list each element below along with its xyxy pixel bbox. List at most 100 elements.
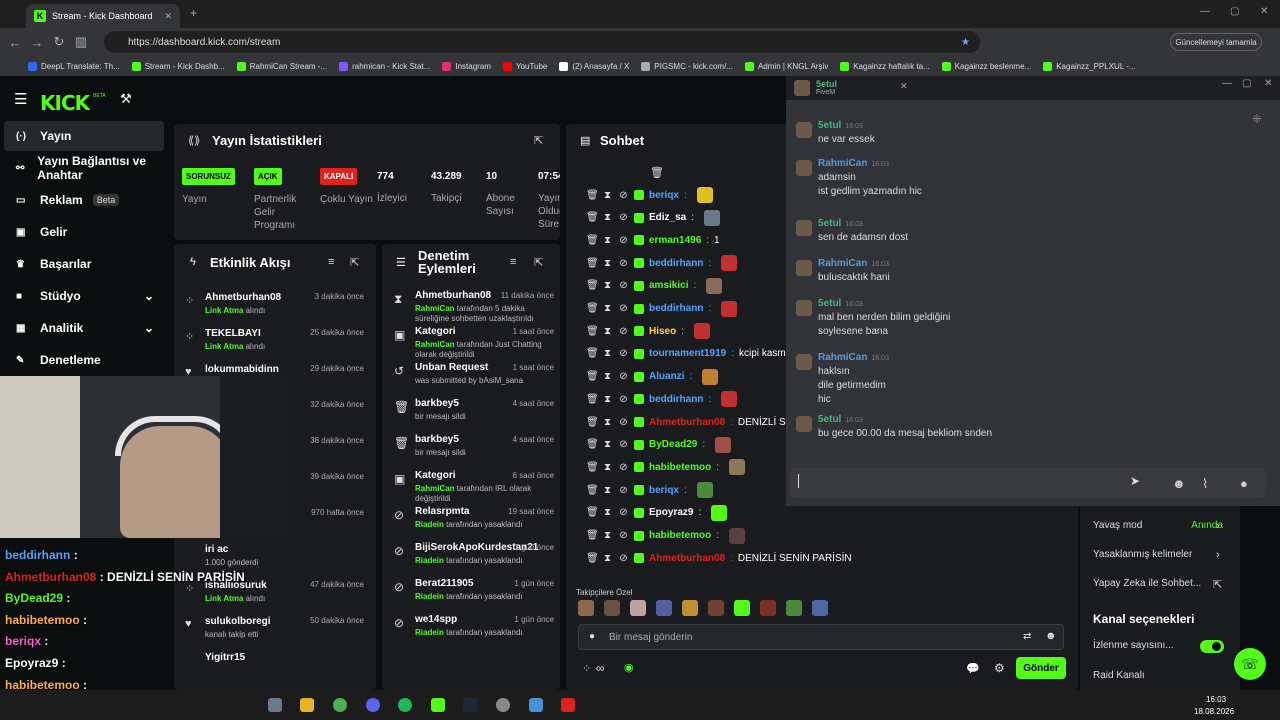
bookmark-item[interactable]: YouTube <box>502 61 547 71</box>
ban-icon[interactable]: ⊘ <box>618 348 629 359</box>
filter-icon[interactable]: ≡ <box>510 256 516 268</box>
delete-icon[interactable]: 🗑 <box>586 326 599 337</box>
discord-username[interactable]: 5etul 16:03 <box>818 414 863 425</box>
send-arrow-icon[interactable]: ➤ <box>1130 474 1140 488</box>
discord-username[interactable]: RahmiCan 16:03 <box>818 258 889 269</box>
delete-icon[interactable]: 🗑 <box>586 235 599 246</box>
chat-username[interactable]: ByDead29 <box>649 439 697 450</box>
bookmark-item[interactable]: Kagainzz_PPLXUL -... <box>1043 61 1136 71</box>
kick-logo[interactable]: KICK <box>40 91 90 115</box>
timeout-icon[interactable]: ⧗ <box>602 326 613 337</box>
sidebar-item[interactable]: ▣ Gelir <box>4 217 164 247</box>
bookmark-item[interactable]: DeepL Translate: Th... <box>28 61 120 71</box>
timeout-icon[interactable]: ⧗ <box>602 553 613 564</box>
timeout-icon[interactable]: ⧗ <box>602 303 613 314</box>
ban-icon[interactable]: ⊘ <box>618 485 629 496</box>
timeout-icon[interactable]: ⧗ <box>602 417 613 428</box>
chat-username[interactable]: beddirhann <box>649 303 703 314</box>
bookmark-item[interactable]: RahmiCan Stream -... <box>236 61 327 71</box>
popout-icon[interactable]: ⇱ <box>534 134 543 147</box>
view-count-toggle[interactable] <box>1200 640 1224 653</box>
delete-icon[interactable]: 🗑 <box>586 553 599 564</box>
chat-username[interactable]: Ahmetburhan08 <box>649 553 725 564</box>
popout-icon[interactable]: ⇱ <box>534 256 543 269</box>
minimize-icon[interactable]: — <box>1222 78 1232 89</box>
chat-username[interactable]: Epoyraz9 <box>649 507 693 518</box>
delete-icon[interactable]: 🗑 <box>586 394 599 405</box>
bookmark-item[interactable]: Admin | KNGL Arşiv <box>744 61 828 71</box>
close-window-icon[interactable]: ✕ <box>1264 78 1272 89</box>
update-button[interactable]: Güncellemeyi tamamla <box>1170 33 1262 51</box>
sidebar-item[interactable]: (·) Yayın <box>4 121 164 151</box>
discord-username[interactable]: RahmiCan 16:03 <box>818 158 889 169</box>
ai-chat-row[interactable]: Yapay Zeka ile Sohbet... <box>1093 578 1223 589</box>
translate-icon[interactable]: ⇄ <box>1023 631 1031 642</box>
chat-username[interactable]: Hiseo <box>649 326 676 337</box>
timeout-icon[interactable]: ⧗ <box>602 394 613 405</box>
delete-icon[interactable]: 🗑 <box>586 371 599 382</box>
bookmark-item[interactable]: (2) Anasayfa / X <box>559 61 629 71</box>
ban-icon[interactable]: ⊘ <box>618 303 629 314</box>
hammer-icon[interactable]: ⚒ <box>120 91 132 107</box>
file-app-icon[interactable] <box>268 698 282 712</box>
chat-input[interactable]: ● Bir mesaj gönderin ⇄ ☻ <box>578 624 1064 650</box>
discord-username[interactable]: 5etul 16:03 <box>818 298 863 309</box>
chat-username[interactable]: Ahmetburhan08 <box>649 417 725 428</box>
raid-row[interactable]: Raid Kanalı <box>1093 670 1223 681</box>
settings-gear-icon[interactable]: ⚙ <box>994 661 1005 675</box>
chat-username[interactable]: beddirhann <box>649 258 703 269</box>
timeout-icon[interactable]: ⧗ <box>602 235 613 246</box>
discord-username[interactable]: 5etul 16:03 <box>818 218 863 229</box>
close-dm-icon[interactable]: ✕ <box>900 81 908 92</box>
delete-icon[interactable]: 🗑 <box>586 348 599 359</box>
network-app-icon[interactable] <box>529 698 543 712</box>
discord-username[interactable]: RahmiCan 16:03 <box>818 352 889 363</box>
folder-icon[interactable] <box>300 698 314 712</box>
sidebar-item[interactable]: ▭ Reklam Beta <box>4 185 164 215</box>
forward-icon[interactable]: → <box>26 35 48 50</box>
sidebar-item[interactable]: ▦ Analitik ⌄ <box>4 313 164 343</box>
chat-username[interactable]: habibetemoo <box>649 462 711 473</box>
sidebar-item[interactable]: ✎ Denetleme <box>4 345 164 375</box>
bookmark-star-icon[interactable]: ★ <box>961 37 970 48</box>
support-button[interactable]: ☏ <box>1234 648 1266 680</box>
delete-icon[interactable]: 🗑 <box>586 280 599 291</box>
maximize-icon[interactable]: ▢ <box>1242 78 1251 89</box>
delete-icon[interactable]: 🗑 <box>586 485 599 496</box>
delete-icon[interactable]: 🗑 <box>586 462 599 473</box>
back-icon[interactable]: ← <box>4 35 26 50</box>
url-bar[interactable]: https://dashboard.kick.com/stream ★ <box>104 31 980 53</box>
minimize-icon[interactable]: — <box>1200 6 1210 17</box>
discord-username[interactable]: 5etul 16:03 <box>818 120 863 131</box>
emoji-icon[interactable]: ☻ <box>1045 630 1057 642</box>
timeout-icon[interactable]: ⧗ <box>602 212 613 223</box>
timeout-icon[interactable]: ⧗ <box>602 348 613 359</box>
timeout-icon[interactable]: ⧗ <box>602 530 613 541</box>
sidebar-item[interactable]: ⚯ Yayın Bağlantısı ve Anahtar <box>4 153 164 183</box>
browser-tab[interactable]: K Stream - Kick Dashboard ✕ <box>26 4 180 28</box>
ban-icon[interactable]: ⊘ <box>618 417 629 428</box>
steam-icon[interactable] <box>463 698 477 712</box>
maximize-icon[interactable]: ▢ <box>1230 6 1239 17</box>
timeout-icon[interactable]: ⧗ <box>602 280 613 291</box>
ban-icon[interactable]: ⊘ <box>618 462 629 473</box>
ban-icon[interactable]: ⊘ <box>618 371 629 382</box>
emoji-icon[interactable]: ☻ <box>1172 476 1186 491</box>
bookmark-item[interactable]: PIGSMC - kick.com/... <box>641 61 733 71</box>
chat-username[interactable]: Ediz_sa <box>649 212 686 223</box>
timeout-icon[interactable]: ⧗ <box>602 462 613 473</box>
bookmark-item[interactable]: rahmican - Kick Stat... <box>339 61 430 71</box>
sidebar-item[interactable]: ♛ Başarılar <box>4 249 164 279</box>
filter-icon[interactable]: ≡ <box>328 256 334 268</box>
timeout-icon[interactable]: ⧗ <box>602 190 613 201</box>
delete-icon[interactable]: 🗑 <box>586 417 599 428</box>
delete-icon[interactable]: 🗑 <box>586 258 599 269</box>
ban-icon[interactable]: ⊘ <box>618 530 629 541</box>
timeout-icon[interactable]: ⧗ <box>602 371 613 382</box>
chat-username[interactable]: habibetemoo <box>649 530 711 541</box>
timeout-icon[interactable]: ⧗ <box>602 258 613 269</box>
delete-icon[interactable]: 🗑 <box>586 190 599 201</box>
chat-username[interactable]: amsikici <box>649 280 688 291</box>
chrome-icon[interactable] <box>333 698 347 712</box>
sidebar-item[interactable]: ■ Stüdyo ⌄ <box>4 281 164 311</box>
